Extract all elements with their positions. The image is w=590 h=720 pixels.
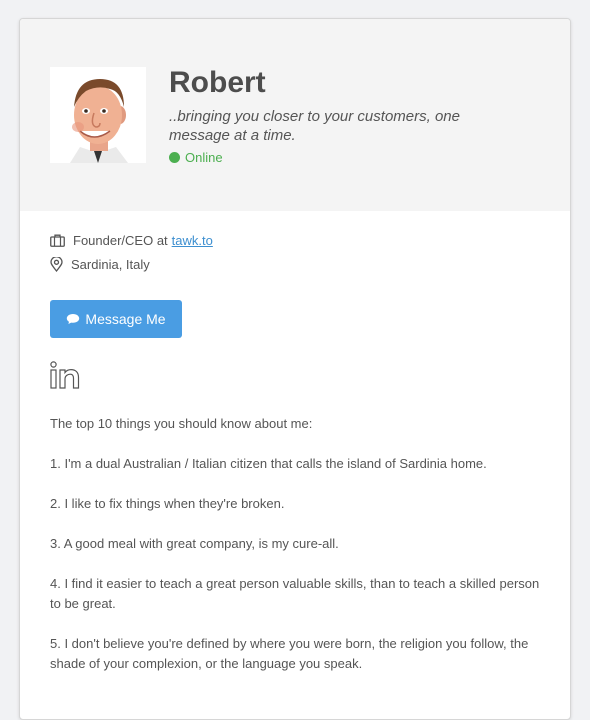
briefcase-icon — [50, 234, 65, 247]
profile-header: Robert ..bringing you closer to your cus… — [20, 19, 570, 211]
about-item: 3. A good meal with great company, is my… — [50, 536, 339, 551]
avatar — [50, 67, 146, 163]
location-row: Sardinia, Italy — [50, 257, 150, 272]
profile-tagline: ..bringing you closer to your customers,… — [169, 108, 460, 144]
chat-bubble-icon — [67, 314, 80, 324]
about-item: 1. I'm a dual Australian / Italian citiz… — [50, 456, 487, 471]
map-pin-icon — [50, 257, 63, 272]
location-label: Sardinia, Italy — [71, 257, 150, 272]
status-label: Online — [185, 150, 223, 165]
about-intro: The top 10 things you should know about … — [50, 416, 313, 431]
message-me-label: Message Me — [85, 311, 166, 327]
profile-name: Robert — [169, 66, 266, 99]
about-item: 4. I find it easier to teach a great per… — [50, 576, 540, 611]
online-dot-icon — [169, 152, 180, 163]
message-me-button[interactable]: Message Me — [50, 300, 182, 338]
job-title: Founder/CEO at — [73, 233, 168, 248]
about-section: The top 10 things you should know about … — [50, 414, 550, 694]
linkedin-icon[interactable] — [50, 361, 80, 394]
about-item: 5. I don't believe you're defined by whe… — [50, 636, 529, 671]
company-link[interactable]: tawk.to — [172, 233, 213, 248]
job-row: Founder/CEO at tawk.to — [50, 233, 213, 248]
about-item: 2. I like to fix things when they're bro… — [50, 496, 285, 511]
status-badge: Online — [169, 150, 223, 165]
profile-card: Robert ..bringing you closer to your cus… — [19, 18, 571, 720]
